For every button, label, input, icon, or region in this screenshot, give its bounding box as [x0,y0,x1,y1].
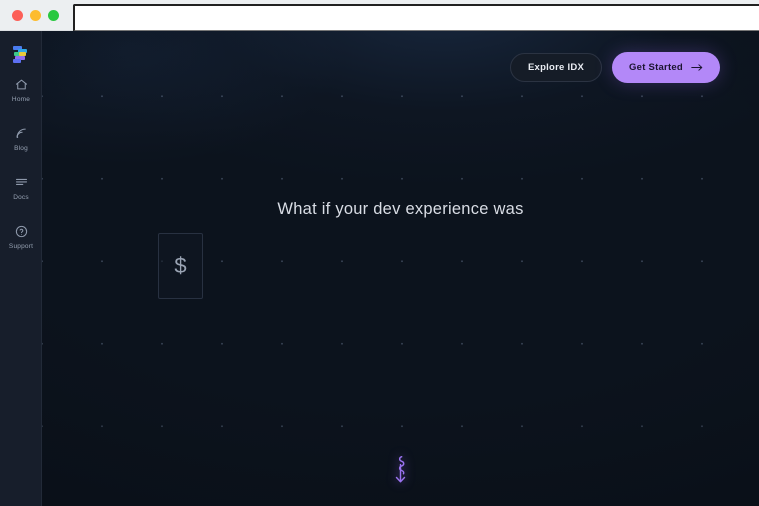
sidebar-item-support[interactable]: Support [0,224,42,262]
hero-canvas: Explore IDX Get Started What if your dev… [42,31,759,506]
window-controls [12,10,59,21]
sidebar-item-label: Docs [13,194,29,201]
hero-headline: What if your dev experience was [277,200,524,218]
sidebar-item-docs[interactable]: Docs [0,175,42,213]
sidebar: Home Blog Docs Support [0,31,42,506]
app-shell: Home Blog Docs Support Explore IDX Get S… [0,31,759,506]
maximize-window-button[interactable] [48,10,59,21]
sidebar-item-label: Home [11,96,31,103]
idx-logo[interactable] [10,44,32,66]
minimize-window-button[interactable] [30,10,41,21]
close-window-button[interactable] [12,10,23,21]
get-started-button[interactable]: Get Started [612,52,720,83]
sidebar-item-label: Support [8,243,34,250]
help-circle-icon [14,224,29,239]
sidebar-nav: Home Blog Docs Support [0,77,42,273]
arrow-right-icon [691,63,703,72]
sidebar-item-blog[interactable]: Blog [0,126,42,164]
browser-titlebar [0,0,759,32]
dollar-sign-icon: $ [174,253,187,278]
dot-grid-background [42,31,759,506]
get-started-label: Get Started [629,62,683,73]
sidebar-item-label: Blog [14,145,28,152]
address-bar-input[interactable] [73,4,759,32]
vignette-overlay [42,31,759,506]
browser-window: Home Blog Docs Support Explore IDX Get S… [0,0,759,506]
scroll-down-indicator[interactable] [42,454,759,488]
squiggly-arrow-down-icon [392,454,409,488]
explore-idx-button[interactable]: Explore IDX [509,53,603,82]
sidebar-item-home[interactable]: Home [0,77,42,115]
floating-cost-card: $ [158,233,203,299]
header-actions: Explore IDX Get Started [509,52,720,83]
rss-icon [14,126,29,141]
home-icon [14,77,29,92]
document-lines-icon [14,175,29,190]
